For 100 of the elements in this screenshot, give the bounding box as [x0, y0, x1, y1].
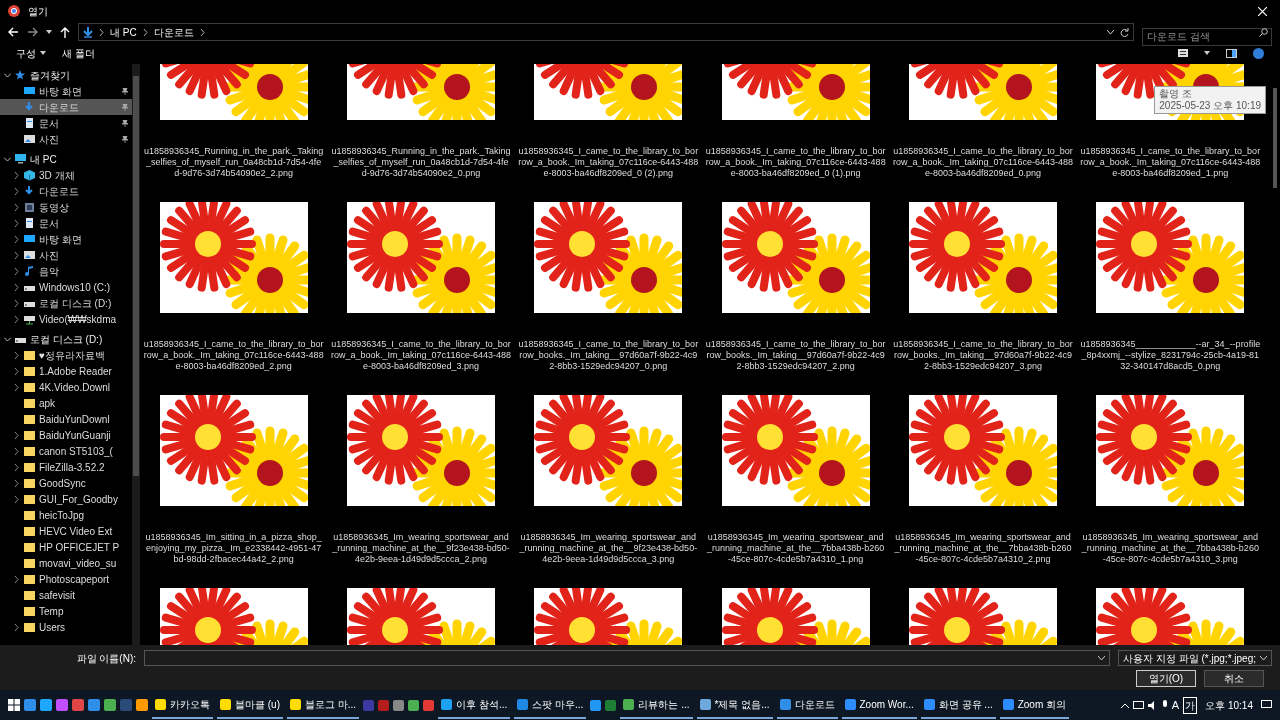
chevron-icon[interactable] — [142, 28, 148, 36]
taskbar-button[interactable]: Zoom Wor... — [841, 691, 917, 719]
network-icon[interactable] — [1132, 700, 1144, 710]
image-thumbnail[interactable] — [721, 395, 870, 506]
tree-item[interactable]: 1.Adobe Reader — [0, 363, 132, 379]
file-name[interactable]: u1858936345_Im_wearing_sportswear_and_running_machine_at_the__9f23e438-bd50-4e2b-9eea-1d49d9d5ccca_2.png — [331, 532, 511, 565]
back-arrow-icon[interactable] — [8, 27, 19, 37]
tree-item[interactable]: 동영상 — [0, 199, 132, 215]
breadcrumb-link[interactable]: 다운로드 — [153, 24, 194, 40]
refresh-icon[interactable] — [1120, 27, 1129, 37]
taskbar-button[interactable]: 리뷰하는 ... — [620, 691, 693, 719]
tree-item[interactable]: movavi_video_su — [0, 555, 132, 571]
tree-item[interactable]: 로컬 디스크 (D:) — [0, 295, 132, 311]
chevron-icon[interactable] — [99, 28, 104, 36]
up-arrow-icon[interactable] — [60, 26, 70, 38]
taskbar-button[interactable]: Zoom 회의 — [999, 691, 1070, 719]
scrollbar[interactable] — [132, 64, 140, 645]
tree-item[interactable]: safevisit — [0, 587, 132, 603]
app-icon[interactable] — [605, 699, 617, 711]
search-field[interactable]: 다운로드 검색 — [1142, 27, 1272, 46]
app-icon[interactable] — [393, 699, 405, 711]
app-icon[interactable] — [56, 699, 68, 711]
file-name[interactable]: u1858936345_Im_wearing_sportswear_and_running_machine_at_the__7bba438b-b260-45ce-807c-4cde5b7a4310_3.png — [1080, 532, 1261, 565]
notification-icon[interactable] — [1261, 700, 1272, 710]
file-name[interactable]: u1858936345_Running_in_the_park._Taking_selfies_of_myself_run_0a48cb1d-7d54-4fed-9d76-3d74b54090e2_0.png — [331, 146, 511, 179]
taskbar-button[interactable]: 화면 공유 ... — [920, 691, 996, 719]
file-name[interactable]: u1858936345_I_came_to_the_library_to_borrow_books._Im_taking__97d60a7f-9b22-4c92-8bb3-1529edc94207_2.png — [705, 339, 886, 372]
file-name[interactable]: u1858936345_I_came_to_the_library_to_borrow_a_book._Im_taking_07c116ce-6443-488e-8003-ba46df8209ed_1.png — [1080, 146, 1261, 179]
file-name[interactable]: u1858936345_I_came_to_the_library_to_borrow_books._Im_taking__97d60a7f-9b22-4c92-8bb3-1529edc94207_3.png — [893, 339, 1073, 372]
tree-item[interactable]: heicToJpg — [0, 507, 132, 523]
tree-item[interactable]: 로컬 디스크 (D:) — [0, 331, 132, 347]
input-mode-indicator[interactable]: A — [1171, 696, 1180, 714]
tree-item[interactable]: 다운로드 — [0, 99, 132, 115]
tree-item[interactable]: Temp — [0, 603, 132, 619]
microphone-icon[interactable] — [1161, 700, 1168, 710]
filename-field[interactable] — [144, 650, 1111, 666]
app-icon[interactable] — [104, 699, 116, 711]
help-icon[interactable] — [1253, 47, 1264, 59]
file-name[interactable]: u1858936345_I_came_to_the_library_to_borrow_a_book._Im_taking_07c116ce-6443-488e-8003-ba46df8209ed_0.png — [893, 146, 1073, 179]
tree-item[interactable]: BaiduYunDownl — [0, 411, 132, 427]
taskbar-button[interactable]: 카카오톡 — [152, 691, 213, 719]
tree-item[interactable]: BaiduYunGuanji — [0, 427, 132, 443]
file-name[interactable]: u1858936345_I_came_to_the_library_to_borrow_a_book._Im_taking_07c116ce-6443-488e-8003-ba46df8209ed_3.png — [331, 339, 511, 372]
file-name[interactable]: u1858936345_Im_wearing_sportswear_and_running_machine_at_the__9f23e438-bd50-4e2b-9eea-1d49d9d5ccca_3.png — [518, 532, 699, 565]
image-thumbnail[interactable] — [909, 202, 1057, 313]
file-type-dropdown[interactable]: 사용자 지정 파일 (*.jpg;*.jpeg; — [1118, 650, 1272, 666]
image-thumbnail[interactable] — [909, 395, 1057, 506]
file-name[interactable]: u1858936345_I_came_to_the_library_to_borrow_a_book._Im_taking_07c116ce-6443-488e-8003-ba46df8209ed_2.png — [143, 339, 324, 372]
expanded-chevron-icon[interactable] — [4, 155, 11, 163]
file-name[interactable]: u1858936345_I_came_to_the_library_to_borrow_books._Im_taking__97d60a7f-9b22-4c92-8bb3-1529edc94207_0.png — [518, 339, 699, 372]
image-thumbnail[interactable] — [1096, 395, 1245, 506]
image-thumbnail[interactable] — [1096, 202, 1245, 313]
app-icon[interactable] — [72, 699, 84, 711]
image-thumbnail[interactable] — [159, 395, 308, 506]
tree-item[interactable]: apk — [0, 395, 132, 411]
file-name[interactable]: u1858936345_Im_sitting_in_a_pizza_shop_enjoying_my_pizza._Im_e2338442-4951-47bd-98dd-2fbacec44a42_2.png — [143, 532, 324, 565]
app-icon[interactable] — [24, 699, 36, 711]
file-name[interactable]: u1858936345_I_came_to_the_library_to_borrow_a_book._Im_taking_07c116ce-6443-488e-8003-ba46df8209ed_0 (2).png — [518, 146, 699, 179]
tree-item[interactable]: 문서 — [0, 215, 132, 231]
tree-item[interactable]: 3D 개체 — [0, 167, 132, 183]
file-name[interactable]: u1858936345_Running_in_the_park._Taking_selfies_of_myself_run_0a48cb1d-7d54-4fed-9d76-3d74b54090e2_2.png — [143, 146, 324, 179]
app-icon[interactable] — [88, 699, 100, 711]
expanded-chevron-icon[interactable] — [4, 71, 11, 79]
cancel-button[interactable]: 취소 — [1204, 670, 1264, 687]
tree-item[interactable]: FileZilla-3.52.2 — [0, 459, 132, 475]
file-name[interactable]: u1858936345_I_came_to_the_library_to_borrow_a_book._Im_taking_07c116ce-6443-488e-8003-ba46df8209ed_0 (1).png — [705, 146, 886, 179]
tree-item[interactable]: Photoscapeport — [0, 571, 132, 587]
tree-item[interactable]: Video(₩₩skdma — [0, 311, 132, 327]
clock[interactable]: 오후 10:14 — [1201, 697, 1257, 713]
image-thumbnail[interactable] — [721, 202, 870, 313]
file-name[interactable]: u1858936345_Im_wearing_sportswear_and_running_machine_at_the__7bba438b-b260-45ce-807c-4cde5b7a4310_2.png — [893, 532, 1073, 565]
image-thumbnail[interactable] — [159, 202, 308, 313]
tree-item[interactable]: 음악 — [0, 263, 132, 279]
app-icon[interactable] — [590, 699, 602, 711]
caret-icon[interactable] — [1204, 51, 1210, 55]
windows-start-icon[interactable] — [8, 699, 20, 711]
tree-item[interactable]: 즐겨찾기 — [0, 67, 132, 83]
caret-icon[interactable] — [46, 30, 52, 34]
chevron-icon[interactable] — [199, 28, 205, 36]
view-icon[interactable] — [1178, 49, 1188, 57]
app-icon[interactable] — [40, 699, 52, 711]
app-icon[interactable] — [136, 699, 148, 711]
tree-item[interactable]: HEVC Video Ext — [0, 523, 132, 539]
dropdown-icon[interactable] — [1107, 30, 1114, 34]
taskbar-button[interactable]: 다운로드 — [776, 691, 838, 719]
breadcrumb-link[interactable]: 내 PC — [110, 24, 137, 40]
image-thumbnail[interactable] — [534, 395, 683, 506]
tree-item[interactable]: Users — [0, 619, 132, 635]
image-thumbnail[interactable] — [534, 202, 683, 313]
tree-item[interactable]: HP OFFICEJET P — [0, 539, 132, 555]
forward-arrow-icon[interactable] — [27, 27, 38, 37]
collapsed-chevron-icon[interactable] — [13, 623, 20, 631]
preview-pane-icon[interactable] — [1226, 48, 1237, 58]
new-folder-button[interactable]: 새 폴더 — [62, 45, 95, 61]
taskbar-button[interactable]: 블로그 마... — [287, 691, 360, 719]
input-mode-indicator[interactable]: 가 — [1183, 696, 1198, 714]
address-bar[interactable]: 내 PC 다운로드 — [78, 23, 1134, 41]
scrollbar-thumb[interactable] — [1273, 88, 1277, 188]
tree-item[interactable]: 바탕 화면 — [0, 83, 132, 99]
app-icon[interactable] — [423, 699, 435, 711]
